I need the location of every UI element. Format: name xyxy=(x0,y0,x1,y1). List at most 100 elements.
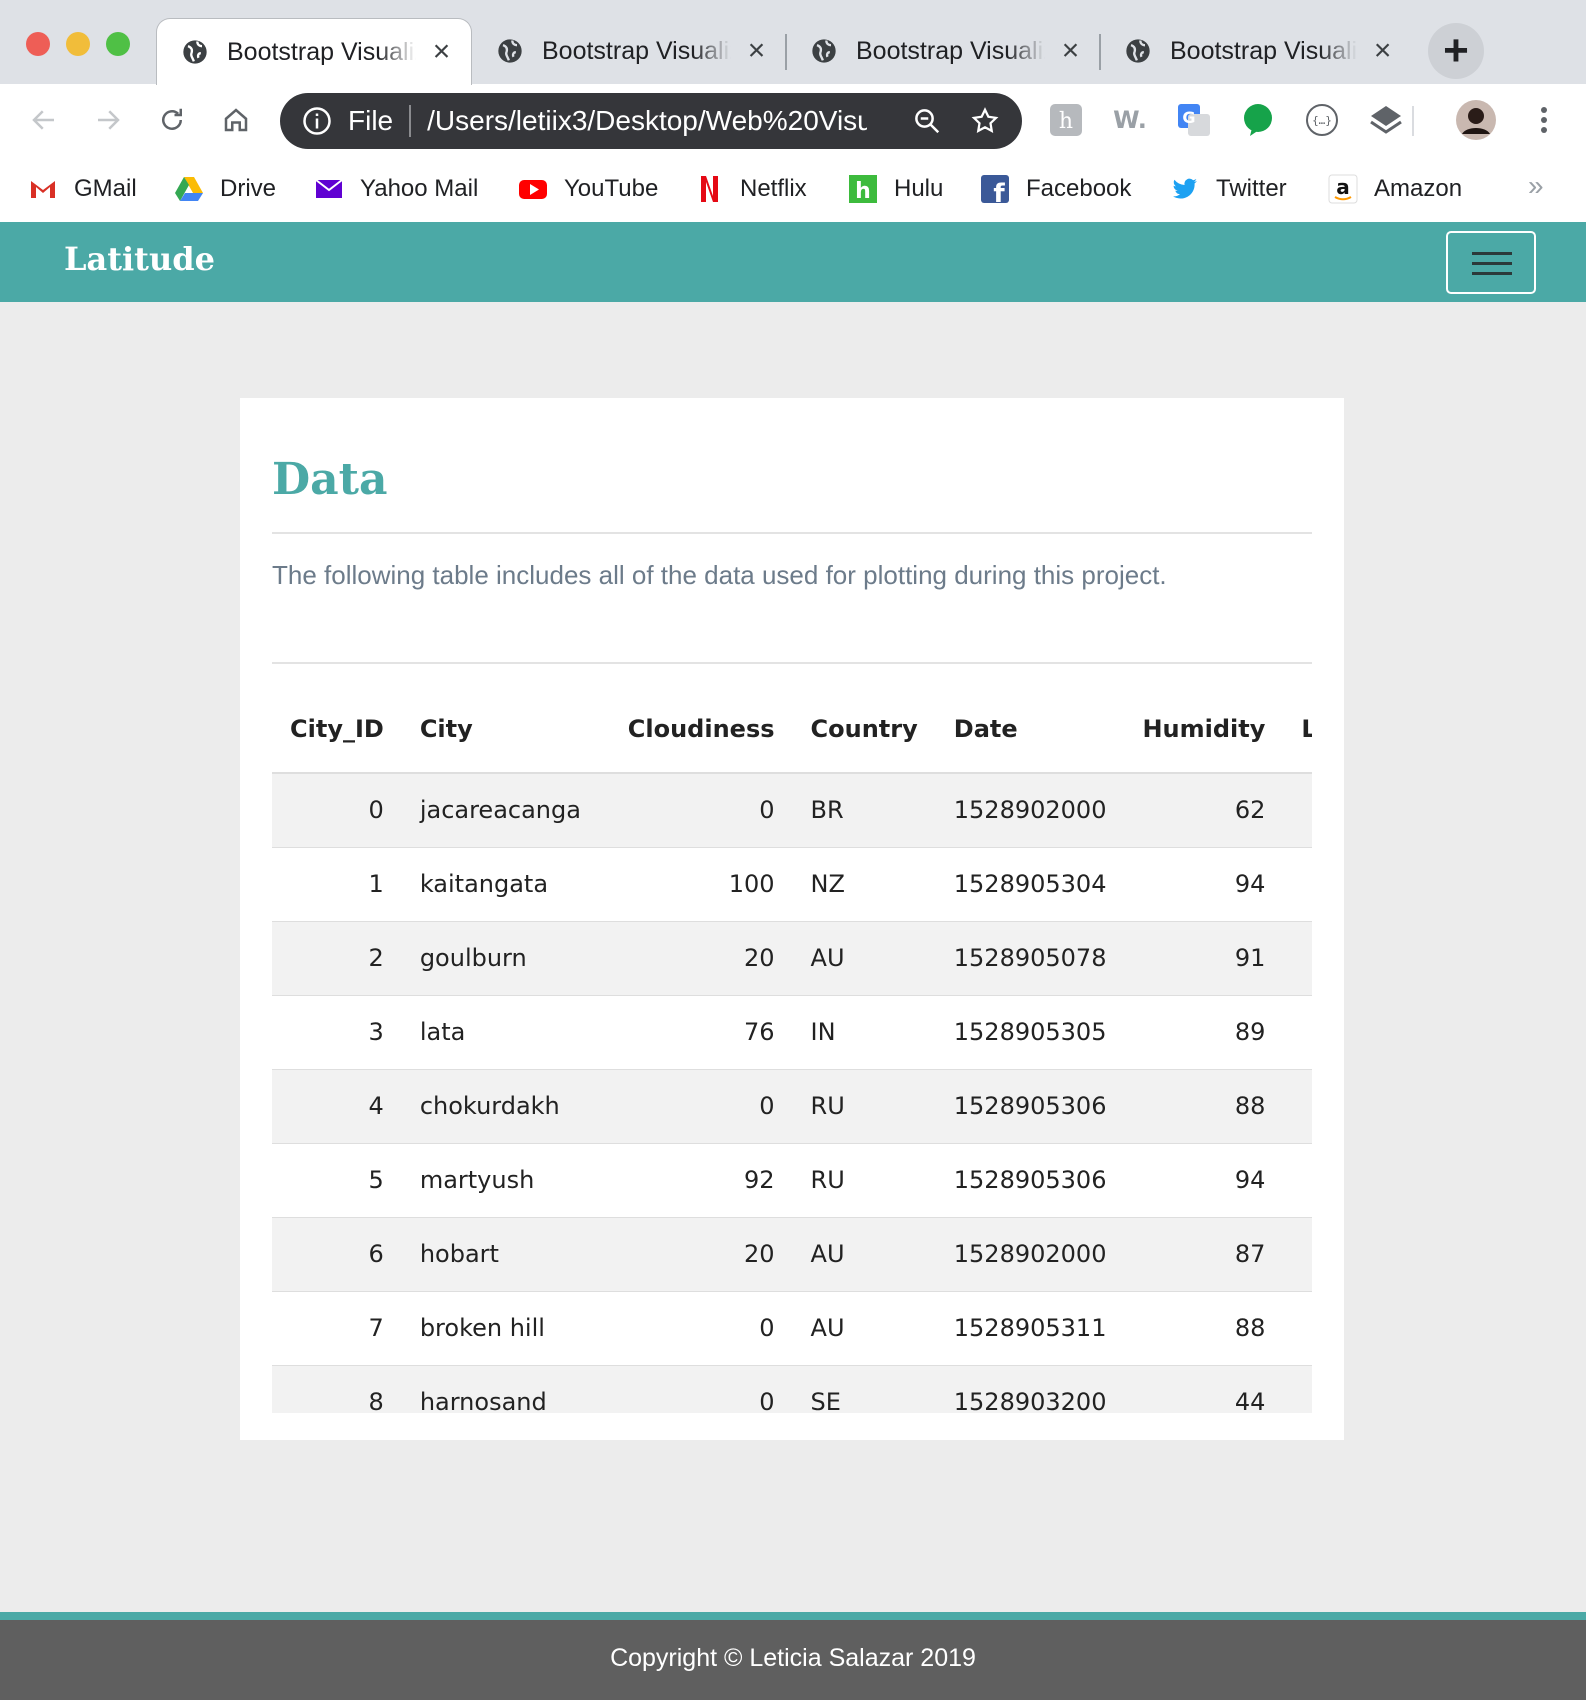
table-cell: RU xyxy=(792,1069,936,1144)
column-header[interactable]: Humidity xyxy=(1124,685,1284,774)
bookmark-hulu[interactable]: h Hulu xyxy=(848,170,943,208)
table-cell: 1528902000 xyxy=(935,773,1125,848)
layers-icon[interactable] xyxy=(1368,102,1404,138)
table-cell: AU xyxy=(792,1217,936,1292)
table-row: 4chokurdakh0RU15289053068870.62 xyxy=(272,1069,1312,1144)
table-cell: 62 xyxy=(1124,773,1284,848)
google-translate-icon[interactable]: G xyxy=(1176,102,1212,138)
table-cell: 1528903200 xyxy=(935,1365,1125,1413)
table-cell: 87 xyxy=(1124,1217,1284,1292)
column-header[interactable]: Lat xyxy=(1283,685,1312,774)
svg-text:W.: W. xyxy=(1113,106,1147,134)
table-row: 0jacareacanga0BR152890200062-6.22 xyxy=(272,773,1312,848)
hulu-icon: h xyxy=(849,175,877,204)
extension-w-icon[interactable]: W. xyxy=(1112,102,1148,138)
table-cell: 92 xyxy=(598,1143,793,1218)
table-cell: 1528902000 xyxy=(935,1217,1125,1292)
bookmark-netflix[interactable]: Netflix xyxy=(694,170,807,208)
avatar[interactable] xyxy=(1456,100,1496,140)
bookmark-yahoo-mail[interactable]: Yahoo Mail xyxy=(314,170,478,208)
browser-tab-1[interactable]: Bootstrap Visualiz × xyxy=(156,18,472,85)
table-cell: 1528905305 xyxy=(935,995,1125,1070)
zoom-icon[interactable] xyxy=(912,106,942,136)
json-viewer-icon[interactable]: {…} xyxy=(1304,102,1340,138)
table-cell: 94 xyxy=(1124,847,1284,922)
browser-tab-2[interactable]: Bootstrap Visualiz × xyxy=(472,18,786,84)
bookmark-label: Amazon xyxy=(1374,175,1463,202)
url-text[interactable]: /Users/letiix3/Desktop/Web%20Visualizati… xyxy=(427,105,867,137)
table-cell: 20 xyxy=(598,921,793,996)
bookmark-star-icon[interactable] xyxy=(970,106,1000,136)
data-table: City_ID City Cloudiness Country Date Hum… xyxy=(272,685,1312,1413)
back-button[interactable] xyxy=(26,102,62,138)
data-card: Data The following table includes all of… xyxy=(240,398,1344,1440)
table-cell: 20 xyxy=(598,1217,793,1292)
table-cell: AU xyxy=(792,921,936,996)
svg-text:G: G xyxy=(1182,108,1195,127)
table-cell: hobart xyxy=(401,1217,599,1292)
column-header[interactable]: City_ID xyxy=(272,685,402,774)
column-header[interactable]: Country xyxy=(792,685,936,774)
svg-text:{…}: {…} xyxy=(1312,114,1332,127)
bookmark-drive[interactable]: Drive xyxy=(174,170,276,208)
table-cell: 1528905306 xyxy=(935,1069,1125,1144)
table-cell: -31.97 xyxy=(1283,1291,1312,1366)
column-header[interactable]: Cloudiness xyxy=(598,685,793,774)
table-row: 1kaitangata100NZ152890530494-46.28 xyxy=(272,847,1312,922)
table-cell: 0 xyxy=(598,1365,793,1413)
column-header[interactable]: City xyxy=(401,685,599,774)
more-vert-icon[interactable] xyxy=(1526,102,1562,138)
new-tab-button[interactable]: + xyxy=(1428,23,1484,79)
close-tab-icon[interactable]: × xyxy=(1057,34,1084,67)
table-cell: 1 xyxy=(272,847,402,922)
omnibox-divider xyxy=(409,105,412,137)
table-cell: harnosand xyxy=(401,1365,599,1413)
bookmarks-overflow-button[interactable]: » xyxy=(1528,170,1544,202)
youtube-icon xyxy=(519,180,547,199)
bookmark-twitter[interactable]: Twitter xyxy=(1170,170,1287,208)
address-bar[interactable]: File /Users/letiix3/Desktop/Web%20Visual… xyxy=(280,93,1022,149)
browser-toolbar: File /Users/letiix3/Desktop/Web%20Visual… xyxy=(0,84,1586,156)
svg-text:h: h xyxy=(855,179,871,204)
close-tab-icon[interactable]: × xyxy=(743,34,770,67)
close-tab-icon[interactable]: × xyxy=(428,35,455,68)
reload-button[interactable] xyxy=(154,102,190,138)
browser-tab-3[interactable]: Bootstrap Visualiz × xyxy=(786,18,1100,84)
bookmark-facebook[interactable]: f Facebook xyxy=(980,170,1131,208)
navbar-brand[interactable]: Latitude xyxy=(64,240,215,278)
table-row: 3lata76IN15289053058930.78 xyxy=(272,995,1312,1070)
globe-icon xyxy=(183,40,207,64)
chat-bubble-icon[interactable] xyxy=(1240,102,1276,138)
bookmark-gmail[interactable]: GMail xyxy=(28,170,137,208)
bookmark-label: Hulu xyxy=(894,175,944,202)
table-cell: 1528905304 xyxy=(935,847,1125,922)
table-row: 2goulburn20AU152890507891-34.75 xyxy=(272,921,1312,996)
table-row: 5martyush92RU15289053069456.4 xyxy=(272,1143,1312,1218)
info-icon[interactable] xyxy=(302,106,332,136)
column-header[interactable]: Date xyxy=(935,685,1125,774)
table-cell: 70.62 xyxy=(1283,1069,1312,1144)
browser-tab-4[interactable]: Bootstrap Visualiz × xyxy=(1100,18,1412,84)
data-table-container[interactable]: City_ID City Cloudiness Country Date Hum… xyxy=(272,685,1312,1413)
table-cell: 1528905311 xyxy=(935,1291,1125,1366)
navbar-toggle-button[interactable] xyxy=(1446,231,1536,294)
copyright-text: Copyright © Leticia Salazar 2019 xyxy=(610,1644,976,1672)
page-title: Data xyxy=(272,454,388,505)
forward-button[interactable] xyxy=(90,102,126,138)
bookmark-amazon[interactable]: a Amazon xyxy=(1328,170,1462,208)
close-tab-icon[interactable]: × xyxy=(1369,34,1396,67)
table-cell: 30.78 xyxy=(1283,995,1312,1070)
bookmark-youtube[interactable]: YouTube xyxy=(518,170,658,208)
table-cell: jacareacanga xyxy=(401,773,599,848)
svg-text:f: f xyxy=(993,179,1005,204)
extension-h-icon[interactable]: h xyxy=(1048,102,1084,138)
minimize-window-button[interactable] xyxy=(66,32,90,56)
maximize-window-button[interactable] xyxy=(106,32,130,56)
table-row: 7broken hill0AU152890531188-31.97 xyxy=(272,1291,1312,1366)
table-cell: -46.28 xyxy=(1283,847,1312,922)
lead-text: The following table includes all of the … xyxy=(272,560,1167,590)
site-footer: Copyright © Leticia Salazar 2019 xyxy=(0,1612,1586,1700)
close-window-button[interactable] xyxy=(26,32,50,56)
home-button[interactable] xyxy=(218,102,254,138)
table-cell: 3 xyxy=(272,995,402,1070)
